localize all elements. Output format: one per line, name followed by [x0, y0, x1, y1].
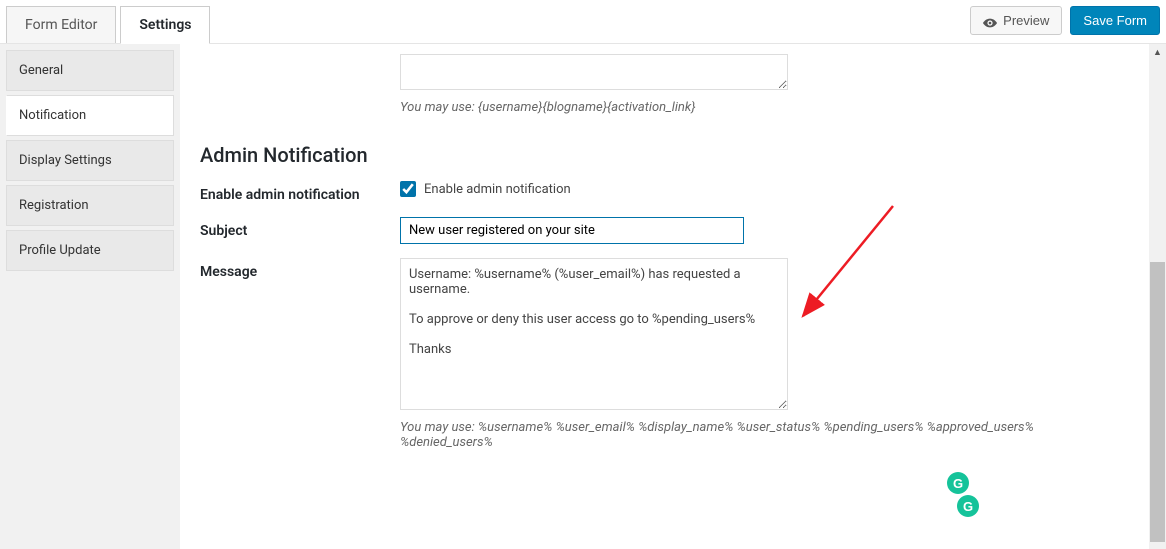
- main-tabs: Form Editor Settings: [6, 4, 210, 43]
- sidebar: General Notification Display Settings Re…: [0, 44, 180, 549]
- top-nav: Form Editor Settings Preview Save Form: [0, 0, 1166, 44]
- main-panel: You may use: {username}{blogname}{activa…: [180, 44, 1166, 549]
- enable-checkbox-label: Enable admin notification: [424, 182, 571, 197]
- save-form-button[interactable]: Save Form: [1070, 6, 1160, 35]
- enable-checkbox-row[interactable]: Enable admin notification: [400, 181, 1120, 197]
- blank-label: [200, 54, 400, 60]
- subject-label: Subject: [200, 217, 400, 239]
- tab-settings[interactable]: Settings: [120, 6, 210, 44]
- scroll-up-icon[interactable]: ▲: [1149, 44, 1166, 61]
- preview-button[interactable]: Preview: [970, 6, 1062, 35]
- prior-message-textarea[interactable]: [400, 54, 788, 90]
- vertical-scrollbar[interactable]: ▲: [1149, 44, 1166, 549]
- top-actions: Preview Save Form: [970, 6, 1160, 41]
- enable-label: Enable admin notification: [200, 181, 400, 203]
- eye-icon: [983, 16, 997, 26]
- message-textarea[interactable]: Username: %username% (%user_email%) has …: [400, 258, 788, 410]
- sidebar-item-display-settings[interactable]: Display Settings: [6, 140, 174, 181]
- grammarly-icon: G: [957, 495, 979, 517]
- section-title: Admin Notification: [200, 143, 1146, 167]
- content: General Notification Display Settings Re…: [0, 44, 1166, 549]
- enable-admin-checkbox[interactable]: [400, 181, 416, 197]
- message-helper-text: You may use: %username% %user_email% %di…: [400, 420, 1120, 450]
- subject-input[interactable]: [400, 217, 744, 244]
- tab-form-editor[interactable]: Form Editor: [6, 6, 116, 43]
- preview-label: Preview: [1003, 13, 1049, 28]
- grammarly-icon: G: [947, 472, 969, 494]
- sidebar-item-registration[interactable]: Registration: [6, 185, 174, 226]
- sidebar-item-notification[interactable]: Notification: [6, 95, 174, 136]
- scroll-thumb[interactable]: [1150, 262, 1165, 542]
- message-label: Message: [200, 258, 400, 280]
- prior-helper-text: You may use: {username}{blogname}{activa…: [400, 100, 1120, 115]
- sidebar-item-profile-update[interactable]: Profile Update: [6, 230, 174, 271]
- sidebar-item-general[interactable]: General: [6, 50, 174, 91]
